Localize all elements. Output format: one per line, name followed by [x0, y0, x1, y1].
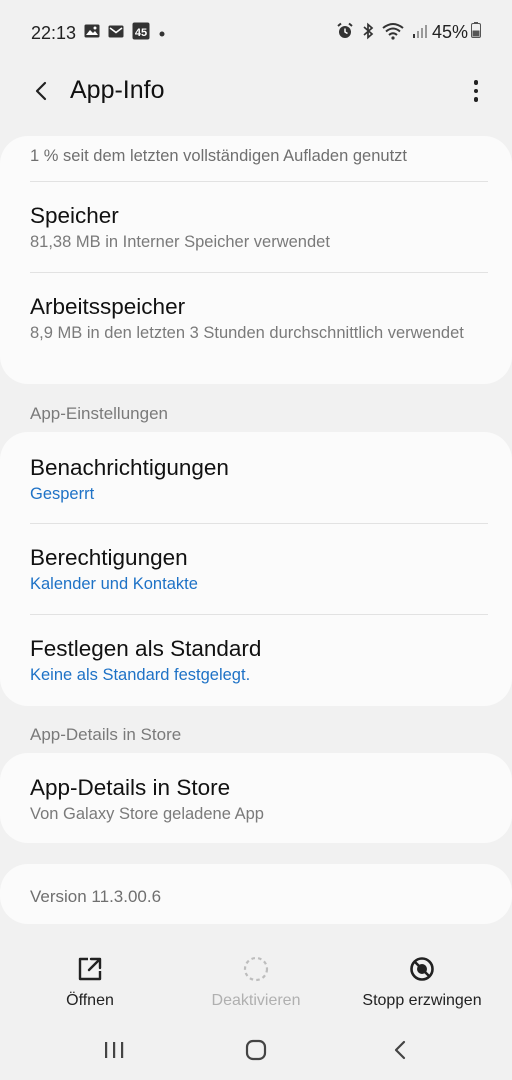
more-options-button[interactable]: [466, 74, 486, 108]
battery-percent: 45%: [431, 22, 468, 42]
set-as-default-title: Festlegen als Standard: [30, 636, 262, 661]
store-details-item[interactable]: App-Details in Store Von Galaxy Store ge…: [30, 774, 488, 825]
store-details-subtitle: Von Galaxy Store geladene App: [30, 805, 264, 823]
section-header-store: App-Details in Store: [30, 725, 182, 744]
app-bar: App-Info: [0, 66, 512, 116]
set-as-default-subtitle: Keine als Standard festgelegt.: [30, 666, 251, 684]
section-header-app-settings: App-Einstellungen: [30, 404, 168, 423]
version-row: Version 11.3.00.6: [30, 884, 488, 907]
force-stop-button[interactable]: Stopp erzwingen: [352, 956, 492, 1010]
divider: [30, 614, 488, 615]
storage-item[interactable]: Speicher 81,38 MB in Interner Speicher v…: [30, 202, 488, 253]
bluetooth-icon: [362, 22, 374, 45]
permissions-item[interactable]: Berechtigungen Kalender und Kontakte: [30, 544, 488, 595]
disable-label: Deaktivieren: [211, 992, 301, 1009]
notifications-item[interactable]: Benachrichtigungen Gesperrt: [30, 454, 488, 505]
more-dot-icon: [473, 97, 479, 102]
recent-apps-button[interactable]: [94, 1034, 134, 1066]
dot-icon: [158, 25, 166, 43]
status-bar: 22:13 45 45%: [0, 0, 512, 66]
page-title: App-Info: [70, 76, 165, 104]
divider: [30, 523, 488, 524]
battery-status: 45%: [432, 22, 481, 43]
back-button[interactable]: [24, 74, 58, 108]
status-right: [336, 22, 428, 45]
app-settings-card: Benachrichtigungen Gesperrt Berechtigung…: [0, 432, 512, 706]
usage-card: 1 % seit dem letzten vollständigen Aufla…: [0, 136, 512, 384]
permissions-subtitle: Kalender und Kontakte: [30, 575, 198, 593]
force-stop-label: Stopp erzwingen: [362, 992, 482, 1009]
status-time: 22:13: [31, 23, 77, 43]
disable-icon: [243, 956, 269, 982]
divider: [30, 181, 488, 182]
storage-title: Speicher: [30, 203, 119, 228]
more-dot-icon: [473, 80, 479, 85]
calendar-badge-text: 45: [135, 27, 147, 39]
home-button[interactable]: [236, 1034, 276, 1066]
battery-usage-text: 1 % seit dem letzten vollständigen Aufla…: [30, 147, 407, 165]
navigation-bar: [0, 1020, 512, 1080]
battery-icon: [471, 22, 481, 43]
home-icon: [245, 1039, 267, 1061]
version-text: Version 11.3.00.6: [30, 887, 162, 906]
memory-title: Arbeitsspeicher: [30, 294, 186, 319]
open-label: Öffnen: [66, 992, 114, 1009]
status-left: 22:13 45: [31, 22, 166, 45]
nav-back-icon: [394, 1040, 406, 1060]
memory-item[interactable]: Arbeitsspeicher 8,9 MB in den letzten 3 …: [30, 293, 488, 344]
nav-back-button[interactable]: [380, 1034, 420, 1066]
action-bar: Öffnen Deaktivieren Stopp erzwingen: [0, 940, 512, 1020]
more-dot-icon: [473, 88, 479, 94]
memory-subtitle: 8,9 MB in den letzten 3 Stunden durchsch…: [30, 324, 464, 342]
force-stop-icon: [410, 957, 434, 981]
store-card: App-Details in Store Von Galaxy Store ge…: [0, 753, 512, 843]
calendar-45-icon: 45: [132, 22, 150, 45]
permissions-title: Berechtigungen: [30, 545, 188, 570]
gallery-icon: [84, 24, 100, 43]
back-arrow-icon: [35, 81, 47, 101]
notifications-title: Benachrichtigungen: [30, 455, 229, 480]
battery-usage-item[interactable]: 1 % seit dem letzten vollständigen Aufla…: [30, 144, 488, 167]
wifi-icon: [382, 22, 404, 45]
signal-icon: [412, 23, 428, 44]
store-details-title: App-Details in Store: [30, 775, 231, 800]
divider: [30, 272, 488, 273]
open-external-icon: [78, 957, 102, 981]
storage-subtitle: 81,38 MB in Interner Speicher verwendet: [30, 233, 330, 251]
set-as-default-item[interactable]: Festlegen als Standard Keine als Standar…: [30, 635, 488, 686]
notifications-subtitle: Gesperrt: [30, 485, 95, 503]
open-button[interactable]: Öffnen: [40, 956, 140, 1010]
recent-apps-icon: [105, 1042, 124, 1058]
alarm-icon: [336, 22, 354, 45]
mail-icon: [108, 25, 124, 43]
disable-button[interactable]: Deaktivieren: [196, 956, 316, 1010]
version-card: Version 11.3.00.6: [0, 864, 512, 924]
